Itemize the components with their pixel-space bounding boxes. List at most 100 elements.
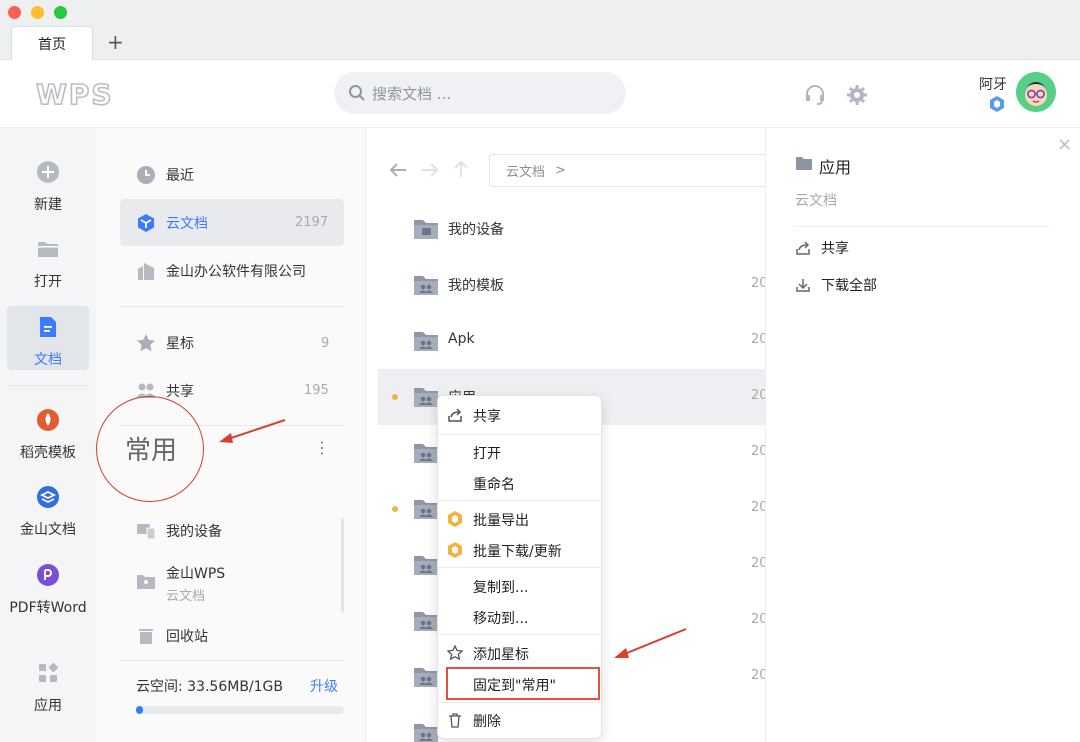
forward-arrow-icon[interactable]	[421, 162, 439, 178]
menu-separator	[438, 567, 601, 568]
headset-icon[interactable]	[804, 84, 826, 106]
cloud-space-fill	[136, 706, 144, 714]
breadcrumb[interactable]: 云文档 >	[489, 154, 779, 187]
nav-recycle-label: 回收站	[166, 629, 208, 645]
search-icon	[349, 85, 365, 101]
close-window-button[interactable]	[8, 6, 21, 19]
nav-cloud-label: 云文档	[166, 216, 208, 232]
shared-folder-icon	[414, 444, 438, 463]
menu-item-share[interactable]: 共享	[473, 406, 501, 426]
nav-item-my-devices[interactable]: 我的设备	[136, 521, 222, 541]
nav-company-label: 金山办公软件有限公司	[166, 264, 306, 280]
folder-icon	[38, 242, 58, 257]
annotation-circle	[96, 396, 204, 502]
nav-my-devices-label: 我的设备	[166, 524, 222, 540]
menu-item-open[interactable]: 打开	[473, 443, 501, 463]
annotation-arrow-icon	[614, 628, 687, 658]
panel-share-button[interactable]: 共享	[795, 238, 849, 258]
breadcrumb-separator: >	[555, 163, 566, 178]
more-options-button[interactable]: ⋮	[314, 438, 330, 457]
shared-folder-icon	[414, 500, 438, 519]
share-icon	[796, 241, 810, 255]
member-badge-icon[interactable]	[989, 95, 1005, 113]
rail-divider	[8, 385, 88, 386]
nav-kingsoft-wps-sub: 云文档	[166, 589, 206, 604]
tab-home[interactable]: 首页	[11, 26, 93, 60]
nav-star-count: 9	[321, 336, 330, 351]
search-placeholder: 搜索文档 ...	[372, 84, 452, 103]
download-icon	[796, 279, 810, 292]
rail-item-kdocs[interactable]: 金山文档	[0, 485, 96, 539]
search-input[interactable]: 搜索文档 ...	[334, 72, 626, 114]
tab-home-label: 首页	[38, 36, 66, 53]
shared-folder-icon	[414, 668, 438, 687]
nav-item-recycle[interactable]: 回收站	[136, 626, 208, 646]
new-tab-button[interactable]: +	[107, 30, 124, 54]
file-name: 我的模板	[448, 278, 504, 294]
rail-item-open[interactable]: 打开	[0, 237, 96, 291]
nav-item-kingsoft-wps[interactable]: 金山WPS 云文档	[136, 563, 225, 604]
rail-item-pdf[interactable]: PDF转Word	[0, 563, 96, 617]
menu-item-batch-export[interactable]: 批量导出	[473, 510, 529, 530]
table-row[interactable]: 我的设备	[378, 201, 765, 257]
panel-download-all-button[interactable]: 下载全部	[795, 275, 877, 295]
annotation-arrow-icon	[219, 419, 286, 443]
menu-item-batch-download[interactable]: 批量下载/更新	[473, 541, 562, 561]
back-arrow-icon[interactable]	[389, 162, 407, 178]
rail-item-docer[interactable]: 稻壳模板	[0, 408, 96, 462]
star-outline-icon	[447, 645, 463, 661]
avatar[interactable]	[1016, 72, 1056, 112]
menu-item-rename[interactable]: 重命名	[473, 474, 515, 494]
rail-item-docer-label: 稻壳模板	[20, 445, 76, 461]
maximize-window-button[interactable]	[54, 6, 67, 19]
document-icon	[40, 317, 56, 337]
nav-divider-3	[120, 660, 344, 661]
rail-item-new-label: 新建	[34, 197, 62, 213]
panel-download-all-label: 下载全部	[821, 278, 877, 294]
cloud-space-text: 云空间: 33.56MB/1GB	[136, 679, 284, 695]
shared-folder-icon	[414, 276, 438, 295]
nav-item-recent[interactable]: 最近	[136, 165, 194, 185]
file-name: Apk	[448, 331, 475, 347]
star-icon	[137, 334, 155, 352]
table-row[interactable]: 我的模板 20	[378, 257, 768, 313]
menu-separator	[438, 702, 601, 703]
menu-item-copy-to[interactable]: 复制到...	[473, 577, 528, 597]
apps-grid-icon	[39, 662, 59, 682]
shared-folder-icon	[137, 575, 155, 589]
nav-share-count: 195	[304, 383, 329, 398]
trash-icon	[449, 713, 461, 728]
user-name: 阿牙	[979, 77, 1007, 93]
device-folder-icon	[414, 220, 438, 239]
context-menu: 共享 打开 重命名 批量导出 批量下载/更新 复制到... 移动到... 添加星…	[437, 395, 602, 739]
nav-item-star[interactable]: 星标	[136, 333, 194, 353]
trash-icon	[139, 629, 153, 644]
nav-item-company[interactable]: 金山办公软件有限公司	[136, 261, 306, 281]
menu-item-delete[interactable]: 删除	[473, 711, 501, 731]
menu-item-move-to[interactable]: 移动到...	[473, 608, 528, 628]
nav-recent-label: 最近	[166, 168, 194, 184]
kdocs-icon	[37, 486, 59, 508]
plus-circle-icon	[37, 161, 59, 183]
panel-subtitle: 云文档	[795, 193, 837, 209]
minimize-window-button[interactable]	[31, 6, 44, 19]
up-arrow-icon[interactable]	[453, 160, 469, 178]
rail-item-new[interactable]: 新建	[0, 160, 96, 214]
rail-item-docs[interactable]: 文档	[0, 315, 96, 369]
nav-scrollbar[interactable]	[341, 518, 344, 613]
nav-item-cloud[interactable]: 云文档	[136, 213, 208, 233]
menu-item-pin-frequent[interactable]: 固定到"常用"	[473, 675, 556, 695]
breadcrumb-root[interactable]: 云文档	[506, 161, 545, 180]
rail-item-apps[interactable]: 应用	[0, 661, 96, 715]
table-row[interactable]: Apk 20	[378, 313, 768, 369]
menu-item-add-star[interactable]: 添加星标	[473, 644, 529, 664]
panel-title: 应用	[819, 158, 852, 177]
gear-icon[interactable]	[846, 84, 868, 106]
rail-item-kdocs-label: 金山文档	[20, 522, 76, 538]
rail-item-apps-label: 应用	[34, 698, 62, 714]
upgrade-link[interactable]: 升级	[310, 676, 338, 696]
close-panel-button[interactable]: ×	[1057, 134, 1072, 155]
detail-panel	[765, 128, 1080, 742]
rail-item-open-label: 打开	[34, 274, 62, 290]
nav-cloud-count: 2197	[295, 215, 329, 230]
